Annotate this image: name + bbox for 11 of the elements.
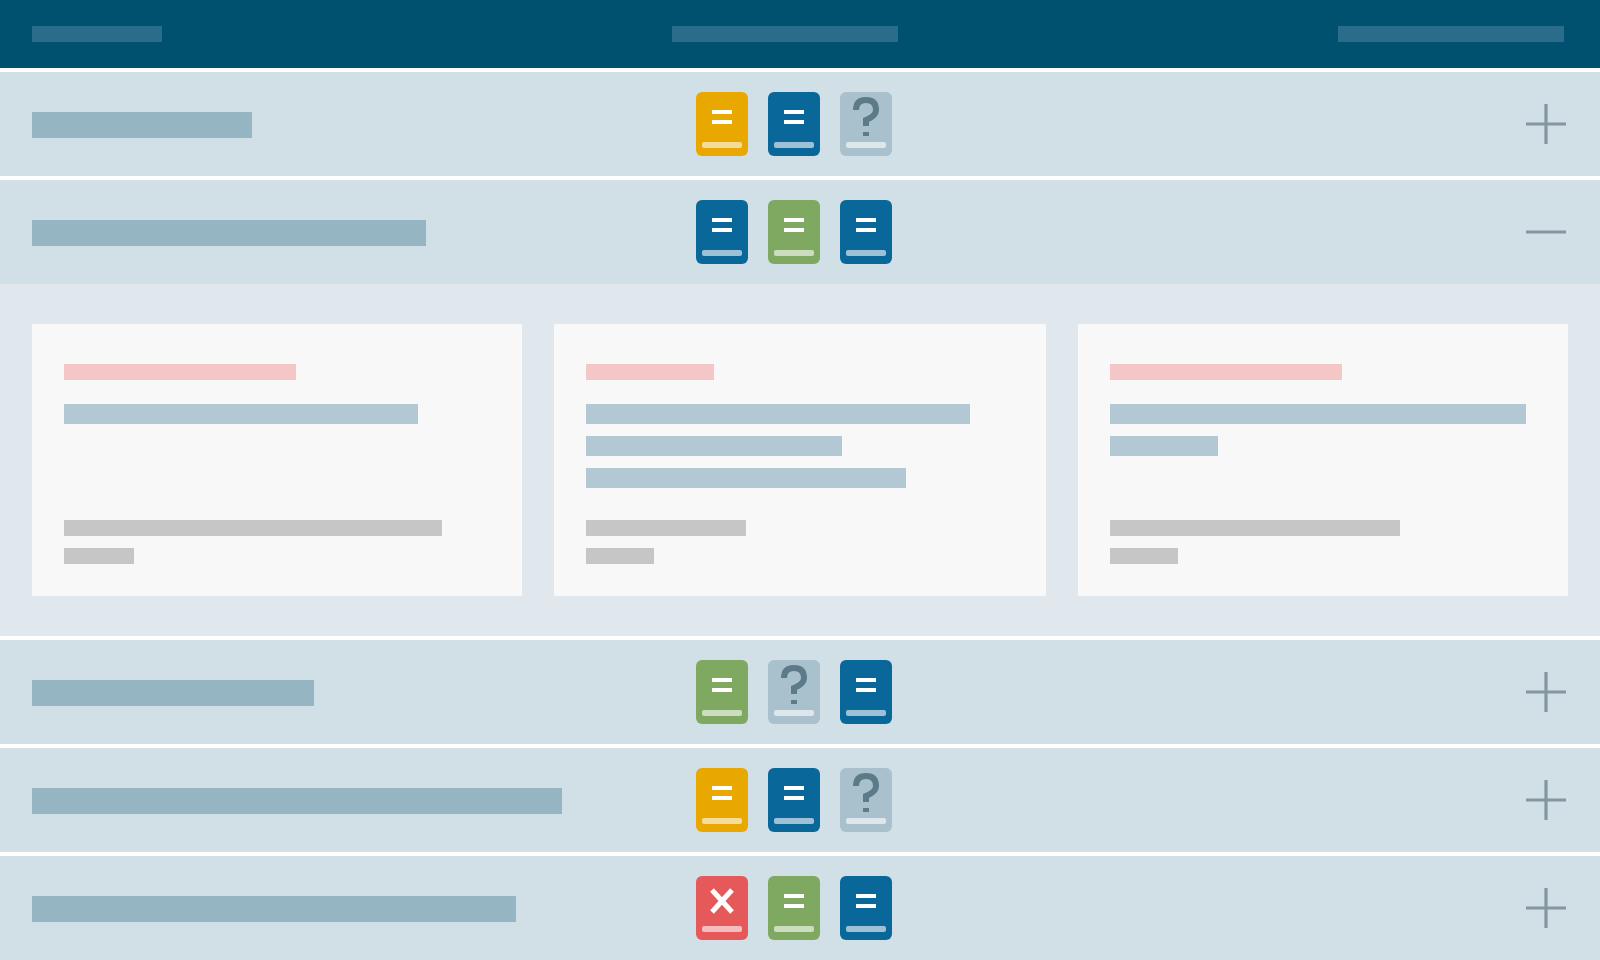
expand-icon[interactable]	[1524, 670, 1568, 714]
expand-icon[interactable]	[1524, 886, 1568, 930]
list-row[interactable]	[0, 180, 1600, 284]
list-row[interactable]	[0, 640, 1600, 744]
skeleton-heading	[586, 364, 715, 380]
expand-icon[interactable]	[1524, 778, 1568, 822]
skeleton-label	[32, 26, 162, 42]
expand-icon[interactable]	[1524, 102, 1568, 146]
list-row[interactable]	[0, 856, 1600, 960]
list-row[interactable]	[0, 748, 1600, 852]
list-row[interactable]	[0, 72, 1600, 176]
